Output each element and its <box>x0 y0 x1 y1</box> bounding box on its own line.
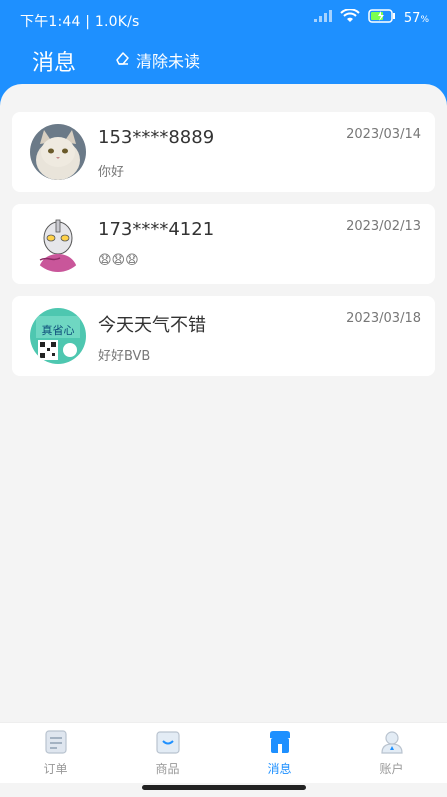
bottom-tab-bar: 订单 商品 消息 账户 <box>0 722 447 783</box>
tab-label: 订单 <box>43 762 68 776</box>
cat-avatar <box>30 124 86 180</box>
tab-label: 商品 <box>155 762 180 776</box>
message-item[interactable]: 真省心 今天天气不错 好好BVB 2023/03/18 <box>12 296 435 376</box>
order-list-icon <box>43 729 69 755</box>
contact-name: 今天天气不错 <box>98 315 206 336</box>
battery-percent: 57% <box>403 10 429 26</box>
tab-messages[interactable]: 消息 <box>224 723 335 783</box>
tab-label: 消息 <box>267 762 292 776</box>
message-preview: 好好BVB <box>98 349 151 364</box>
contact-name: 173****4121 <box>98 219 215 240</box>
clear-unread-button[interactable]: 清除未读 <box>114 48 200 72</box>
ultraman-avatar <box>30 216 86 272</box>
contact-name: 153****8889 <box>98 127 215 148</box>
battery-icon <box>368 9 396 27</box>
page-title: 消息 <box>32 51 77 76</box>
message-date: 2023/03/14 <box>346 127 421 142</box>
message-preview: 😧😧😧 <box>98 253 139 268</box>
message-list: 153****8889 你好 2023/03/14 173****4121 😧😧… <box>0 84 447 724</box>
message-date: 2023/03/18 <box>346 311 421 326</box>
title-bar: 消息 清除未读 <box>0 40 447 80</box>
wifi-icon <box>340 8 360 27</box>
message-item[interactable]: 173****4121 😧😧😧 2023/02/13 <box>12 204 435 284</box>
tab-label: 账户 <box>379 762 404 776</box>
tab-orders[interactable]: 订单 <box>0 723 111 783</box>
message-date: 2023/02/13 <box>346 219 421 234</box>
svg-text:真省心: 真省心 <box>42 323 75 337</box>
message-item[interactable]: 153****8889 你好 2023/03/14 <box>12 112 435 192</box>
message-preview: 你好 <box>98 165 125 180</box>
status-bar: 下午1:44 | 1.0K/s 57% <box>0 0 447 38</box>
clear-unread-label: 清除未读 <box>136 52 201 71</box>
status-time-speed: 下午1:44 | 1.0K/s <box>20 14 140 30</box>
message-shop-icon <box>267 729 293 755</box>
qr-poster-avatar: 真省心 <box>30 308 86 364</box>
eraser-icon <box>114 50 130 70</box>
status-icons: 57% <box>313 8 429 27</box>
tab-account[interactable]: 账户 <box>336 723 447 783</box>
signal-icon <box>313 10 332 26</box>
home-indicator <box>142 785 306 790</box>
product-box-icon <box>155 729 181 755</box>
account-user-icon <box>379 729 405 755</box>
tab-products[interactable]: 商品 <box>112 723 223 783</box>
